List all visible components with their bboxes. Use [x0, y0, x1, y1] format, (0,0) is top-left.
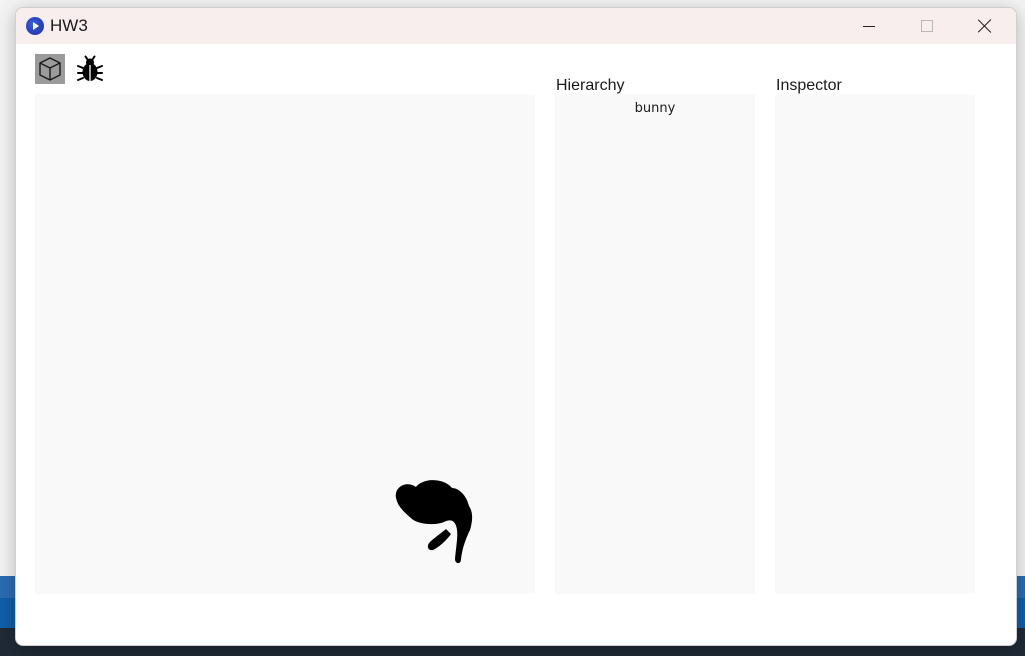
cube-icon — [39, 57, 61, 81]
close-icon — [978, 19, 992, 33]
maximize-icon — [921, 20, 933, 32]
bug-icon — [77, 55, 103, 81]
inspector-heading: Inspector — [776, 77, 842, 94]
minimize-button[interactable] — [840, 8, 898, 44]
close-button[interactable] — [956, 8, 1014, 44]
scene-tool-button[interactable] — [35, 54, 65, 84]
window-title: HW3 — [50, 16, 88, 35]
debug-tool-button[interactable] — [75, 54, 105, 84]
minimize-icon — [863, 25, 875, 27]
scene-view[interactable] — [35, 94, 535, 594]
bunny-icon[interactable] — [394, 474, 474, 569]
inspector-panel — [775, 94, 975, 594]
hierarchy-panel: bunny — [555, 94, 755, 594]
app-window: HW3 Hierarchy bunny Inspector — [15, 7, 1017, 646]
title-bar[interactable]: HW3 — [16, 8, 1016, 44]
maximize-button[interactable] — [898, 8, 956, 44]
app-logo-icon — [26, 17, 44, 35]
hierarchy-item-bunny[interactable]: bunny — [555, 101, 755, 116]
hierarchy-heading: Hierarchy — [556, 77, 625, 94]
